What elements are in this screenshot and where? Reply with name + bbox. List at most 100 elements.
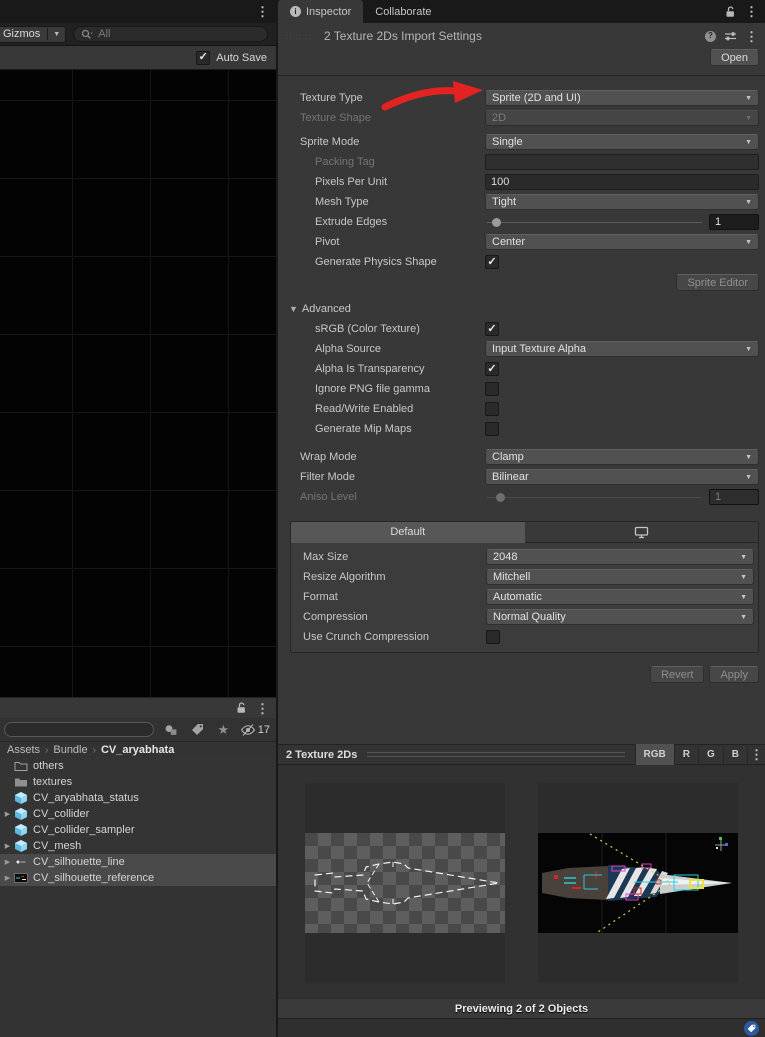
chevron-down-icon: ▼	[740, 593, 747, 601]
extrude-edges-slider-knob[interactable]	[491, 218, 501, 227]
file-name: CV_mesh	[33, 840, 82, 852]
preview-header[interactable]: 2 Texture 2Ds RGB R G B ⋮	[278, 744, 765, 765]
file-row-cv-collider-sampler[interactable]: CV_collider_sampler	[0, 822, 276, 838]
preview-drag-handle-icon[interactable]	[367, 752, 625, 757]
file-row-cv-collider[interactable]: ▶ CV_collider	[0, 806, 276, 822]
texture-shape-row: Texture Shape 2D ▼	[290, 110, 759, 126]
filter-by-type-icon[interactable]	[159, 720, 184, 739]
scene-view[interactable]	[0, 70, 276, 697]
scene-search-box[interactable]	[73, 26, 268, 42]
aniso-level-slider: 1	[485, 489, 759, 505]
expand-arrow-icon[interactable]: ▶	[2, 874, 13, 882]
scene-menu-icon[interactable]: ⋮	[256, 5, 269, 18]
project-search-box[interactable]	[4, 722, 154, 737]
max-size-dropdown[interactable]: 2048 ▼	[486, 549, 754, 565]
use-crunch-compression-checkbox[interactable]	[486, 630, 500, 644]
alpha-source-dropdown[interactable]: Input Texture Alpha ▼	[485, 341, 759, 357]
generate-physics-shape-checkbox[interactable]: ✓	[485, 255, 499, 269]
search-icon	[82, 29, 93, 39]
format-dropdown[interactable]: Automatic ▼	[486, 589, 754, 605]
preview-tile-silhouette-line[interactable]	[305, 783, 505, 983]
revert-button[interactable]: Revert	[650, 666, 705, 683]
foldout-triangle-icon[interactable]: ▼	[289, 304, 298, 314]
prefab-icon	[13, 839, 29, 853]
header-menu-icon[interactable]: ⋮	[745, 30, 758, 43]
channel-b-button[interactable]: B	[722, 744, 747, 765]
chevron-down-icon: ▼	[740, 573, 747, 581]
sprite-mode-dropdown[interactable]: Single ▼	[485, 134, 759, 150]
extrude-edges-value-field[interactable]: 1	[709, 214, 759, 230]
breadcrumb-bundle[interactable]: Bundle	[53, 744, 87, 756]
pivot-label: Pivot	[315, 236, 340, 248]
scene-search-input[interactable]	[96, 27, 260, 41]
gizmos-dropdown[interactable]: Gizmos ▼	[0, 25, 67, 43]
prefab-icon	[13, 791, 29, 805]
lock-icon[interactable]	[725, 5, 736, 18]
extrude-edges-slider-track[interactable]	[485, 214, 704, 230]
tab-inspector[interactable]: i Inspector	[278, 0, 364, 23]
auto-save-checkbox[interactable]: ✓	[196, 50, 211, 65]
chevron-down-icon: ▼	[740, 613, 747, 621]
tab-collaborate[interactable]: Collaborate	[363, 0, 443, 23]
platform-tab-default[interactable]: Default	[291, 522, 525, 543]
file-row-textures[interactable]: textures	[0, 774, 276, 790]
wrap-mode-dropdown[interactable]: Clamp ▼	[485, 449, 759, 465]
file-row-cv-silhouette-reference[interactable]: ▶ CV_silhouette_reference	[0, 870, 276, 886]
project-search-input[interactable]	[5, 723, 153, 736]
mesh-type-dropdown[interactable]: Tight ▼	[485, 194, 759, 210]
breadcrumb-current[interactable]: CV_aryabhata	[101, 744, 174, 756]
expand-arrow-icon[interactable]: ▶	[2, 810, 13, 818]
favorites-star-icon[interactable]: ★	[211, 720, 236, 739]
compression-dropdown[interactable]: Normal Quality ▼	[486, 609, 754, 625]
lock-icon[interactable]	[236, 702, 247, 714]
channel-rgb-button[interactable]: RGB	[634, 744, 674, 765]
filter-mode-dropdown[interactable]: Bilinear ▼	[485, 469, 759, 485]
inspector-spacer	[278, 683, 765, 744]
pixels-per-unit-field[interactable]	[485, 174, 759, 190]
texture-type-value: Sprite (2D and UI)	[492, 92, 581, 104]
pivot-dropdown[interactable]: Center ▼	[485, 234, 759, 250]
expand-arrow-icon[interactable]: ▶	[2, 842, 13, 850]
channel-g-button[interactable]: G	[697, 744, 723, 765]
prefab-icon	[13, 823, 29, 837]
alpha-is-transparency-checkbox[interactable]: ✓	[485, 362, 499, 376]
file-row-cv-silhouette-line[interactable]: ▶ CV_silhouette_line	[0, 854, 276, 870]
asset-bundle-tag-icon[interactable]	[744, 1021, 759, 1036]
inspector-menu-icon[interactable]: ⋮	[745, 5, 758, 18]
open-button[interactable]: Open	[710, 49, 759, 66]
srgb-color-texture-checkbox[interactable]: ✓	[485, 322, 499, 336]
breadcrumb-assets[interactable]: Assets	[7, 744, 40, 756]
apply-button[interactable]: Apply	[709, 666, 759, 683]
hidden-items-toggle[interactable]: 17	[237, 724, 273, 736]
file-row-others[interactable]: others	[0, 758, 276, 774]
sprite-editor-button[interactable]: Sprite Editor	[676, 274, 759, 291]
filter-mode-row: Filter Mode Bilinear ▼	[290, 469, 759, 485]
project-menu-icon[interactable]: ⋮	[256, 702, 269, 715]
compression-label: Compression	[303, 611, 368, 623]
channel-r-button[interactable]: R	[673, 744, 698, 765]
texture-type-dropdown[interactable]: Sprite (2D and UI) ▼	[485, 90, 759, 106]
preview-tile-silhouette-reference[interactable]	[538, 783, 738, 983]
resize-algorithm-dropdown[interactable]: Mitchell ▼	[486, 569, 754, 585]
texture-type-row: Texture Type Sprite (2D and UI) ▼	[290, 90, 759, 106]
platform-tab-standalone[interactable]	[524, 522, 758, 543]
presets-icon[interactable]	[724, 30, 737, 42]
expand-arrow-icon[interactable]: ▶	[2, 858, 13, 866]
inspector-tab-bar: i Inspector Collaborate ⋮	[278, 0, 765, 23]
preview-menu-icon[interactable]: ⋮	[747, 744, 765, 765]
channel-buttons: RGB R G B	[634, 744, 747, 765]
generate-mip-maps-checkbox[interactable]	[485, 422, 499, 436]
ignore-png-file-gamma-checkbox[interactable]	[485, 382, 499, 396]
extrude-edges-slider[interactable]: 1	[485, 214, 759, 230]
advanced-foldout-label[interactable]: Advanced	[302, 303, 351, 315]
project-header: ⋮	[0, 697, 276, 718]
file-row-cv-aryabhata-status[interactable]: CV_aryabhata_status	[0, 790, 276, 806]
unity-editor-window: ⋮ Gizmos ▼ ✓ Auto Save	[0, 0, 765, 1037]
ignore-png-file-gamma-row: Ignore PNG file gamma	[290, 381, 759, 397]
read-write-enabled-checkbox[interactable]	[485, 402, 499, 416]
filter-by-label-icon[interactable]	[185, 720, 210, 739]
max-size-label: Max Size	[303, 551, 349, 563]
resize-algorithm-label: Resize Algorithm	[303, 571, 386, 583]
help-icon[interactable]: ?	[705, 30, 716, 42]
file-row-cv-mesh[interactable]: ▶ CV_mesh	[0, 838, 276, 854]
